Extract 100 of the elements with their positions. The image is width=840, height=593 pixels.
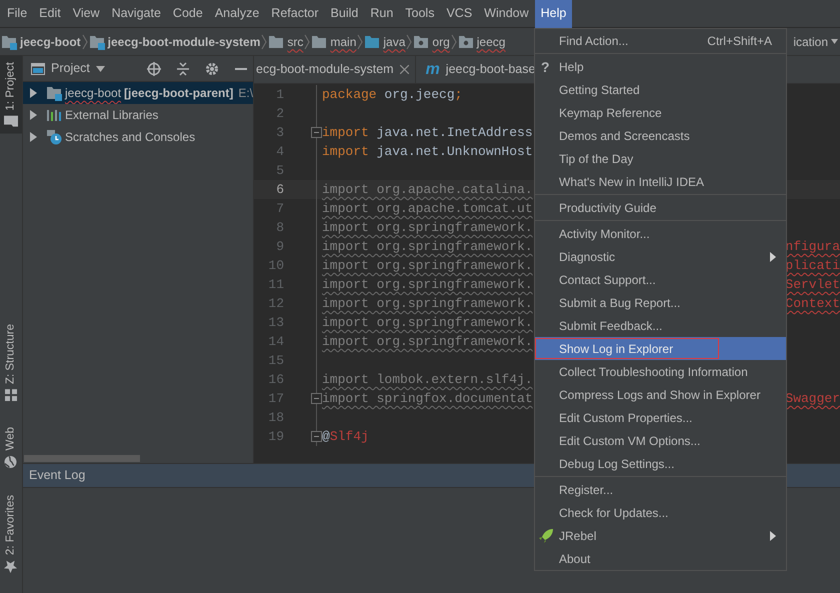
close-icon[interactable] bbox=[400, 65, 409, 74]
menu-bar-item[interactable]: Edit bbox=[33, 0, 67, 28]
package-folder-icon bbox=[413, 34, 430, 50]
panel-title: Project bbox=[51, 60, 90, 78]
collapse-icon[interactable] bbox=[177, 62, 189, 76]
expand-arrow-icon[interactable] bbox=[28, 88, 38, 98]
tree-item-label: jeecg-boot bbox=[65, 85, 122, 102]
menu-bar-item[interactable]: Tools bbox=[399, 0, 440, 28]
menu-item[interactable]: Keymap Reference bbox=[535, 101, 786, 124]
menu-bar-item[interactable]: Analyze bbox=[208, 0, 266, 28]
line-number: 13 bbox=[267, 314, 284, 332]
menu-item[interactable]: Productivity Guide bbox=[535, 196, 786, 219]
module-folder-icon bbox=[88, 34, 105, 50]
menu-item[interactable]: Tip of the Day bbox=[535, 147, 786, 170]
chevron-icon bbox=[357, 34, 364, 50]
expand-arrow-icon[interactable] bbox=[28, 110, 38, 120]
menu-bar-item[interactable]: Help bbox=[534, 0, 572, 28]
tree-item[interactable]: jeecg-boot [jeecg-boot-parent] E:\ bbox=[23, 82, 253, 104]
code-line: @Slf4j bbox=[322, 428, 369, 446]
menu-item[interactable]: Show Log in Explorer bbox=[535, 337, 786, 360]
menu-bar-item[interactable]: Window bbox=[478, 0, 535, 28]
tree-item-qualifier: [jeecg-boot-parent] bbox=[124, 85, 234, 102]
menu-item[interactable]: Debug Log Settings... bbox=[535, 452, 786, 475]
menu-item[interactable]: Find Action... Ctrl+Shift+A bbox=[535, 29, 786, 52]
line-number: 2 bbox=[275, 105, 284, 123]
menu-item[interactable]: Edit Custom Properties... bbox=[535, 406, 786, 429]
menu-item[interactable]: What's New in IntelliJ IDEA bbox=[535, 170, 786, 193]
module-folder-icon bbox=[1, 34, 17, 50]
rocket-icon bbox=[538, 528, 554, 544]
line-number: 4 bbox=[275, 143, 284, 161]
caret-icon bbox=[831, 39, 838, 44]
fold-marker-icon[interactable] bbox=[311, 393, 322, 404]
menu-item[interactable]: Collect Troubleshooting Information bbox=[535, 360, 786, 383]
run-configuration-dropdown[interactable]: ication bbox=[793, 28, 840, 55]
code-line: import org.springframework. bbox=[322, 276, 533, 294]
code-text: nfigura bbox=[785, 238, 840, 256]
code-line: import org.springframework. bbox=[322, 257, 533, 275]
package-folder-icon bbox=[458, 34, 474, 50]
line-number: 8 bbox=[275, 219, 284, 237]
menu-item[interactable]: Check for Updates... bbox=[535, 501, 786, 524]
code-line: import org.apache.tomcat.ut bbox=[322, 200, 533, 218]
menu-bar-item[interactable]: VCS bbox=[440, 0, 478, 28]
breadcrumb-item[interactable]: java bbox=[363, 28, 406, 54]
menu-bar-item[interactable]: Refactor bbox=[265, 0, 325, 28]
chevron-icon bbox=[406, 34, 412, 50]
menu-item[interactable]: JRebel bbox=[535, 524, 786, 547]
help-icon: ? bbox=[541, 57, 550, 78]
menu-item[interactable]: Demos and Screencasts bbox=[535, 124, 786, 147]
breadcrumb-item[interactable]: jeecg-boot bbox=[0, 28, 82, 54]
menu-item[interactable]: Register... bbox=[535, 478, 786, 501]
line-number: 14 bbox=[267, 333, 284, 351]
star-icon bbox=[4, 560, 18, 573]
chevron-icon bbox=[82, 34, 88, 50]
library-icon bbox=[46, 107, 62, 123]
line-number: 1 bbox=[275, 86, 284, 104]
menu-item[interactable]: Edit Custom VM Options... bbox=[535, 429, 786, 452]
tool-window-tab[interactable]: Z: Structure bbox=[0, 318, 22, 408]
breadcrumb-item[interactable]: src bbox=[267, 28, 304, 54]
fold-marker-icon[interactable] bbox=[311, 431, 322, 442]
fold-marker-icon[interactable] bbox=[311, 127, 322, 138]
scrollbar-thumb[interactable] bbox=[24, 455, 140, 462]
menu-item[interactable]: Submit a Bug Report... bbox=[535, 291, 786, 314]
tree-item[interactable]: External Libraries bbox=[23, 104, 253, 126]
line-number: 10 bbox=[267, 257, 284, 275]
tool-window-tab[interactable]: 1: Project bbox=[0, 56, 22, 134]
breadcrumb-item[interactable]: jeecg-boot-module-system bbox=[88, 28, 262, 54]
line-number: 6 bbox=[275, 181, 284, 199]
menu-bar-item[interactable]: File bbox=[1, 0, 34, 28]
line-number: 17 bbox=[267, 390, 284, 408]
breadcrumb-item[interactable]: main bbox=[310, 28, 358, 54]
line-number: 19 bbox=[267, 428, 284, 446]
editor-tab[interactable]: ecg-boot-module-system bbox=[254, 56, 416, 83]
menu-item[interactable]: Compress Logs and Show in Explorer bbox=[535, 383, 786, 406]
menu-item[interactable]: Contact Support... bbox=[535, 268, 786, 291]
menu-bar-item[interactable]: View bbox=[66, 0, 106, 28]
tool-window-tab[interactable]: Web bbox=[0, 421, 22, 475]
menu-bar-item[interactable]: Navigate bbox=[106, 0, 167, 28]
menu-item[interactable]: Submit Feedback... bbox=[535, 314, 786, 337]
expand-arrow-icon[interactable] bbox=[28, 132, 38, 142]
breadcrumb-item[interactable]: jeecg bbox=[456, 28, 506, 54]
scratch-clock-icon bbox=[46, 129, 62, 145]
tree-item-label: External Libraries bbox=[65, 107, 158, 124]
line-number: 11 bbox=[267, 276, 284, 294]
tree-item-path: E:\ bbox=[238, 85, 253, 102]
menu-item[interactable]: About bbox=[535, 547, 786, 570]
tool-window-tab[interactable]: 2: Favorites bbox=[0, 488, 22, 579]
crosshair-icon[interactable] bbox=[147, 62, 161, 76]
chevron-icon bbox=[450, 34, 457, 50]
settings-icon[interactable] bbox=[205, 62, 219, 76]
menu-bar-item[interactable]: Code bbox=[166, 0, 209, 28]
tree-item[interactable]: Scratches and Consoles bbox=[23, 126, 253, 148]
breadcrumb-item[interactable]: org bbox=[412, 28, 451, 54]
code-text: Swagger bbox=[785, 390, 840, 408]
chevron-icon bbox=[261, 34, 268, 50]
menu-bar-item[interactable]: Run bbox=[364, 0, 400, 28]
menu-item[interactable]: Activity Monitor... bbox=[535, 222, 786, 245]
menu-item[interactable]: Diagnostic bbox=[535, 245, 786, 268]
submenu-arrow-icon bbox=[770, 252, 776, 262]
caret-icon[interactable] bbox=[96, 66, 105, 72]
menu-bar-item[interactable]: Build bbox=[324, 0, 364, 28]
